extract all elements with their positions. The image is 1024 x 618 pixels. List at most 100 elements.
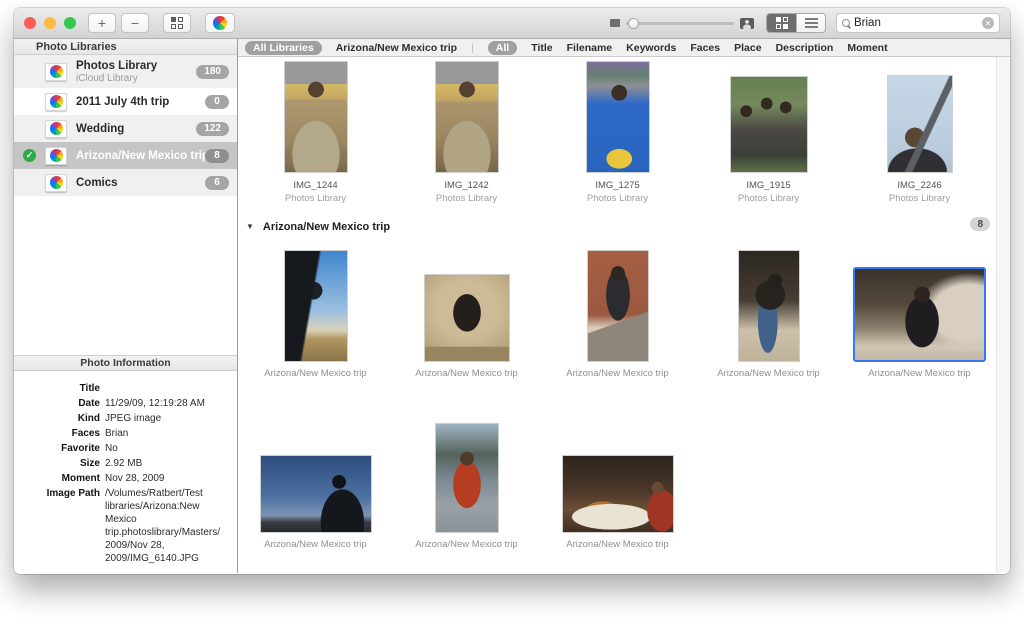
photo-caption: Arizona/New Mexico trip — [264, 368, 366, 379]
info-label: Date — [16, 397, 100, 410]
filter-field-moment[interactable]: Moment — [847, 42, 887, 54]
clear-search-icon[interactable]: ✕ — [982, 17, 994, 29]
count-badge: 122 — [196, 122, 229, 136]
photo-cell[interactable]: Arizona/New Mexico trip — [391, 244, 542, 379]
app-window: + − ✕ — [14, 8, 1010, 574]
count-badge: 8 — [205, 149, 229, 163]
photo-cell-selected[interactable]: Arizona/New Mexico trip — [844, 244, 995, 379]
photo-cell[interactable]: Arizona/New Mexico trip — [542, 244, 693, 379]
trip-results-row-2: Arizona/New Mexico trip Arizona/New Mexi… — [240, 409, 996, 550]
scrollbar[interactable] — [996, 57, 1010, 573]
filter-arizona-new-mexico-trip[interactable]: Arizona/New Mexico trip — [336, 42, 457, 54]
section-header: ▼ Arizona/New Mexico trip 8 — [246, 219, 996, 234]
add-library-button[interactable]: + — [88, 13, 116, 33]
filter-field-place[interactable]: Place — [734, 42, 761, 54]
sidebar-item-wedding[interactable]: Wedding 122 — [14, 115, 237, 142]
filter-field-title[interactable]: Title — [531, 42, 552, 54]
photos-pinwheel-icon — [50, 149, 63, 162]
minimize-button[interactable] — [44, 17, 56, 29]
photo-library-label: Photos Library — [436, 193, 497, 204]
photo-caption: Arizona/New Mexico trip — [717, 368, 819, 379]
photo-cell[interactable]: Arizona/New Mexico trip — [693, 244, 844, 379]
photo-thumbnail-selected[interactable] — [853, 267, 986, 362]
thumbnail-size-slider[interactable] — [626, 22, 734, 25]
photo-thumbnail[interactable] — [586, 61, 650, 173]
photo-cell[interactable]: Arizona/New Mexico trip — [240, 409, 391, 550]
window-controls — [24, 17, 76, 29]
filter-field-keywords[interactable]: Keywords — [626, 42, 676, 54]
photo-thumbnail[interactable] — [738, 250, 800, 362]
photo-thumbnail[interactable] — [435, 423, 499, 533]
photo-thumbnail[interactable] — [587, 250, 649, 362]
info-label: Title — [16, 382, 100, 395]
list-view-icon — [805, 16, 818, 30]
open-in-photos-button[interactable] — [205, 13, 235, 33]
count-badge: 6 — [205, 176, 229, 190]
slider-thumb[interactable] — [628, 18, 639, 29]
photo-thumbnail[interactable] — [260, 455, 372, 533]
photo-cell[interactable]: IMG_1275 Photos Library — [542, 57, 693, 204]
library-label: Comics — [76, 177, 118, 189]
filter-all-libraries[interactable]: All Libraries — [245, 41, 322, 55]
photo-cell[interactable]: Arizona/New Mexico trip — [240, 244, 391, 379]
large-thumbnail-icon — [740, 18, 754, 29]
library-label: Wedding — [76, 123, 124, 135]
filter-field-all[interactable]: All — [488, 41, 517, 55]
library-icon — [45, 63, 67, 81]
zoom-button[interactable] — [64, 17, 76, 29]
photo-thumbnail[interactable] — [730, 76, 808, 173]
photo-library-label: Photos Library — [285, 193, 346, 204]
photo-name: IMG_1915 — [746, 180, 790, 191]
grid-view-segment[interactable] — [767, 14, 796, 32]
photo-cell[interactable]: IMG_1242 Photos Library — [391, 57, 542, 204]
photos-app-icon — [213, 16, 227, 30]
sidebar-item-photos-library[interactable]: Photos Library iCloud Library 180 — [14, 55, 237, 88]
photo-cell[interactable]: IMG_1915 Photos Library — [693, 57, 844, 204]
info-label: Faces — [16, 427, 100, 440]
sidebar-item-arizona-new-mexico-trip[interactable]: ✓ Arizona/New Mexico trip 8 — [14, 142, 237, 169]
photo-name: IMG_1275 — [595, 180, 639, 191]
photo-thumbnail[interactable] — [424, 274, 510, 362]
info-label: Moment — [16, 472, 100, 485]
toolbar: + − ✕ — [14, 8, 1010, 39]
photo-cell[interactable]: IMG_1244 Photos Library — [240, 57, 391, 204]
count-badge: 180 — [196, 65, 229, 79]
filter-field-faces[interactable]: Faces — [690, 42, 720, 54]
info-value — [105, 382, 221, 395]
sidebar-item-2011-july-4th-trip[interactable]: 2011 July 4th trip 0 — [14, 88, 237, 115]
library-icon — [45, 120, 67, 138]
photo-cell[interactable]: IMG_2246 Photos Library — [844, 57, 995, 204]
photos-library-results-row: IMG_1244 Photos Library IMG_1242 Photos … — [240, 57, 996, 204]
info-value: No — [105, 442, 221, 455]
info-value: /Volumes/Ratbert/Test libraries/Arizona:… — [105, 487, 221, 565]
merge-libraries-button[interactable] — [163, 13, 191, 33]
search-input[interactable] — [854, 17, 978, 29]
sidebar-item-comics[interactable]: Comics 6 — [14, 169, 237, 196]
filter-field-description[interactable]: Description — [776, 42, 834, 54]
photo-cell[interactable]: Arizona/New Mexico trip — [391, 409, 542, 550]
main-area: Photo Libraries Photos Library iCloud Li… — [14, 39, 1010, 573]
search-field[interactable]: ✕ — [836, 13, 1000, 33]
info-label: Size — [16, 457, 100, 470]
photo-thumbnail[interactable] — [284, 250, 348, 362]
photo-thumbnail[interactable] — [284, 61, 348, 173]
remove-library-button[interactable]: − — [121, 13, 149, 33]
photo-grid: IMG_1244 Photos Library IMG_1242 Photos … — [238, 57, 1010, 573]
photo-thumbnail[interactable] — [435, 61, 499, 173]
close-button[interactable] — [24, 17, 36, 29]
disclosure-triangle-icon[interactable]: ▼ — [246, 222, 254, 231]
sidebar: Photo Libraries Photos Library iCloud Li… — [14, 39, 238, 573]
photo-name: IMG_2246 — [897, 180, 941, 191]
photo-thumbnail[interactable] — [562, 455, 674, 533]
list-view-segment[interactable] — [796, 14, 825, 32]
photo-caption: Arizona/New Mexico trip — [566, 368, 668, 379]
info-value: 2.92 MB — [105, 457, 221, 470]
library-label: Photos Library — [76, 60, 157, 72]
photo-thumbnail[interactable] — [887, 75, 953, 173]
photo-cell[interactable]: Arizona/New Mexico trip — [542, 409, 693, 550]
filter-field-filename[interactable]: Filename — [567, 42, 613, 54]
section-count-badge: 8 — [970, 217, 990, 231]
info-value: JPEG image — [105, 412, 221, 425]
grid-view-icon — [776, 17, 788, 29]
library-label: Arizona/New Mexico trip — [76, 150, 205, 162]
